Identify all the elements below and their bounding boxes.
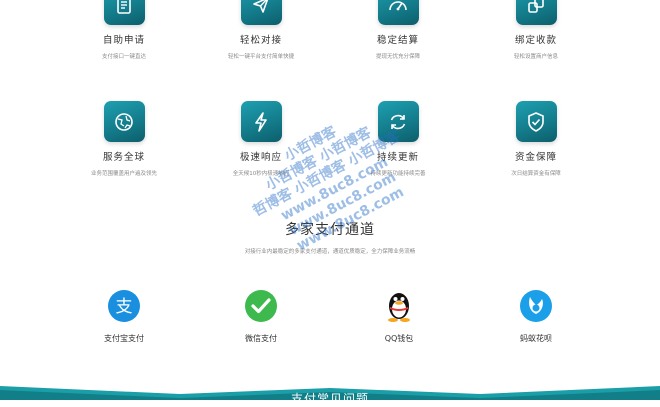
- feature-desc: 持续更新功能持续完善: [370, 171, 426, 177]
- feature-desc: 全天候10秒内极速响应: [232, 171, 290, 177]
- channel-qq-wallet[interactable]: QQ钱包: [339, 288, 459, 344]
- channel-label: QQ钱包: [384, 334, 414, 343]
- paper-plane-icon: [240, 0, 282, 25]
- feature-title: 服务全球: [102, 152, 145, 163]
- feature-title: 稳定结算: [376, 35, 419, 46]
- channel-wechat[interactable]: 微信支付: [201, 288, 321, 344]
- feature-bind-payee: 绑定收款 轻松设置商户信息: [456, 0, 616, 60]
- document-icon: [103, 0, 145, 25]
- feature-title: 极速响应: [239, 152, 282, 163]
- feature-stable-settlement: 稳定结算 提现无忧充分保障: [318, 0, 478, 60]
- huabei-icon: [518, 288, 554, 324]
- feature-fast-response: 极速响应 全天候10秒内极速响应: [181, 101, 341, 177]
- wechat-pay-icon: [243, 288, 279, 324]
- link-icon: [515, 0, 557, 25]
- feature-desc: 业务范围覆盖用户遍及领先: [90, 171, 157, 177]
- feature-continuous-update: 持续更新 持续更新功能持续完善: [318, 101, 478, 177]
- feature-title: 持续更新: [376, 152, 419, 163]
- feature-desc: 轻松设置商户信息: [513, 54, 558, 60]
- feature-easy-integration: 轻松对接 轻松一键平台支付简单快捷: [181, 0, 341, 60]
- feature-global-service: 服务全球 业务范围覆盖用户遍及领先: [44, 101, 204, 177]
- feature-desc: 提现无忧充分保障: [375, 54, 420, 60]
- channel-label: 微信支付: [245, 334, 277, 343]
- feature-desc: 轻松一键平台支付简单快捷: [227, 54, 294, 60]
- alipay-icon: 支: [106, 288, 142, 324]
- speedometer-icon: [377, 0, 419, 25]
- feature-self-apply: 自助申请 支付接口一键直达: [44, 0, 204, 60]
- feature-title: 自助申请: [102, 35, 145, 46]
- channels-subtitle: 对接行业内最稳定的多家支付通道，通道优质稳定，全力保障业务流畅: [244, 249, 416, 255]
- globe-icon: [103, 101, 145, 142]
- shield-check-icon: [515, 101, 557, 142]
- lightning-icon: [240, 101, 282, 142]
- feature-desc: 支付接口一键直达: [101, 54, 146, 60]
- feature-title: 轻松对接: [239, 35, 282, 46]
- feature-fund-security: 资金保障 次日结算资金有保障: [456, 101, 616, 177]
- channel-label: 蚂蚁花呗: [520, 334, 552, 343]
- qq-penguin-icon: [381, 288, 417, 324]
- channels-title: 多家支付通道: [285, 222, 375, 238]
- footer-banner: 支付常见问题: [0, 384, 660, 406]
- faq-title: 支付常见问题: [290, 392, 369, 406]
- svg-text:支: 支: [116, 297, 133, 317]
- feature-title: 资金保障: [514, 152, 557, 163]
- channel-alipay[interactable]: 支 支付宝支付: [64, 288, 184, 344]
- channel-label: 支付宝支付: [104, 334, 144, 343]
- feature-desc: 次日结算资金有保障: [511, 171, 561, 177]
- feature-title: 绑定收款: [514, 35, 557, 46]
- channel-huabei[interactable]: 蚂蚁花呗: [476, 288, 596, 344]
- refresh-icon: [377, 101, 419, 142]
